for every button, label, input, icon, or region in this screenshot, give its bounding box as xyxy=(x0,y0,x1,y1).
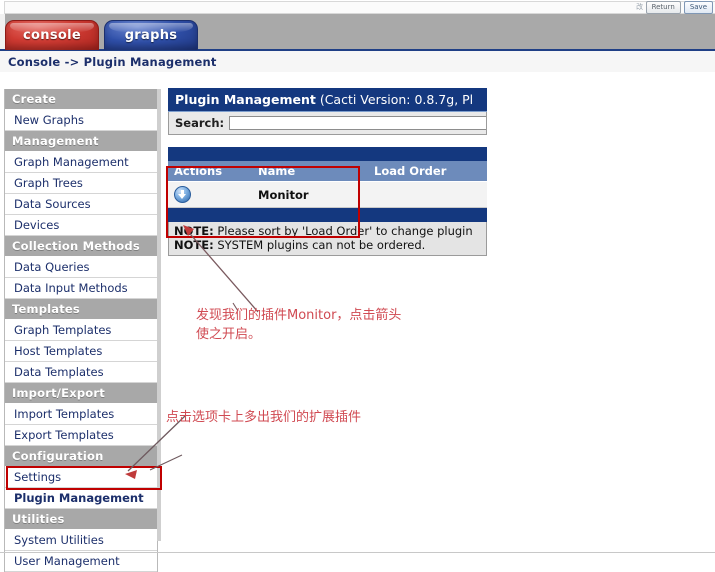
sidebar-item-import-templates[interactable]: Import Templates xyxy=(5,404,157,425)
download-arrow-icon[interactable] xyxy=(174,186,191,203)
sidebar-group-templates: Templates xyxy=(5,299,157,320)
note-text: Please sort by 'Load Order' to change pl… xyxy=(213,223,473,238)
column-name[interactable]: Name xyxy=(252,161,368,182)
page-bottom-rule xyxy=(0,552,715,553)
sidebar-group-create: Create xyxy=(5,89,157,110)
sidebar-item-graph-templates[interactable]: Graph Templates xyxy=(5,320,157,341)
content-spacer xyxy=(168,135,487,147)
breadcrumb-bar: Console -> Plugin Management xyxy=(0,49,715,74)
page-title: Plugin Management (Cacti Version: 0.8.7g… xyxy=(168,88,487,112)
table-bottom-bar xyxy=(168,207,487,222)
tab-console-label: console xyxy=(23,28,81,43)
search-row: Search: xyxy=(168,112,487,135)
sidebar-group-import-export: Import/Export xyxy=(5,383,157,404)
sidebar-group-management: Management xyxy=(5,131,157,152)
sidebar-group-collection-methods: Collection Methods xyxy=(5,236,157,257)
table-header-row: Actions Name Load Order xyxy=(168,161,487,182)
table-top-bar xyxy=(168,147,487,161)
annotation-plugin-line1: 发现我们的插件Monitor，点击箭头 xyxy=(196,308,402,323)
note-text: SYSTEM plugins can not be ordered. xyxy=(213,237,426,252)
annotation-plugin-text: 发现我们的插件Monitor，点击箭头 使之开启。 xyxy=(196,306,401,344)
tab-graphs[interactable]: graphs xyxy=(104,20,198,50)
sidebar-item-new-graphs[interactable]: New Graphs xyxy=(5,110,157,131)
address-field[interactable] xyxy=(4,1,715,14)
sidebar-item-export-templates[interactable]: Export Templates xyxy=(5,425,157,446)
plugins-table: Actions Name Load Order Monitor xyxy=(168,147,487,222)
sidebar-item-settings[interactable]: Settings xyxy=(5,467,157,488)
notes-block: NOTE: Please sort by 'Load Order' to cha… xyxy=(168,221,487,256)
row-name: Monitor xyxy=(252,181,368,208)
annotation-plugin-line2: 使之开启。 xyxy=(196,327,262,342)
return-button[interactable]: Return xyxy=(645,0,681,14)
sidebar-item-system-utilities[interactable]: System Utilities xyxy=(5,530,157,551)
annotation-tab-line: 点击选项卡上多出我们的扩展插件 xyxy=(166,410,362,425)
toolbar-hint-text: 改 xyxy=(636,3,643,11)
sidebar-item-devices[interactable]: Devices xyxy=(5,215,157,236)
save-button[interactable]: Save xyxy=(683,0,713,14)
note-load-order: NOTE: Please sort by 'Load Order' to cha… xyxy=(174,224,486,238)
note-prefix: NOTE: xyxy=(174,237,214,252)
main-content: Plugin Management (Cacti Version: 0.8.7g… xyxy=(168,88,487,256)
column-load-order[interactable]: Load Order xyxy=(368,161,487,182)
sidebar: Create New Graphs Management Graph Manageme… xyxy=(4,89,158,572)
column-actions[interactable]: Actions xyxy=(168,161,252,182)
sidebar-item-host-templates[interactable]: Host Templates xyxy=(5,341,157,362)
sidebar-group-configuration: Configuration xyxy=(5,446,157,467)
sidebar-item-data-queries[interactable]: Data Queries xyxy=(5,257,157,278)
note-prefix: NOTE: xyxy=(174,223,214,238)
breadcrumb[interactable]: Console -> Plugin Management xyxy=(8,55,217,69)
table-row[interactable]: Monitor xyxy=(168,181,487,208)
sidebar-scrollbar[interactable] xyxy=(157,89,161,541)
sidebar-item-data-sources[interactable]: Data Sources xyxy=(5,194,157,215)
sidebar-group-utilities: Utilities xyxy=(5,509,157,530)
sidebar-item-user-management[interactable]: User Management xyxy=(5,551,157,572)
sidebar-item-data-input-methods[interactable]: Data Input Methods xyxy=(5,278,157,299)
toolbar-actions: 改 Return Save xyxy=(636,0,713,14)
sidebar-item-graph-trees[interactable]: Graph Trees xyxy=(5,173,157,194)
row-load-order xyxy=(368,181,487,208)
tab-band: console graphs xyxy=(0,14,715,50)
page-title-bold: Plugin Management xyxy=(175,92,316,107)
browser-toolbar: 改 Return Save xyxy=(0,0,715,15)
annotation-tab-text: 点击选项卡上多出我们的扩展插件 xyxy=(166,408,361,427)
tab-graphs-label: graphs xyxy=(124,28,178,43)
page-title-version: (Cacti Version: 0.8.7g, Pl xyxy=(315,92,474,107)
tab-console[interactable]: console xyxy=(5,20,99,50)
search-label: Search: xyxy=(175,116,225,130)
search-input[interactable] xyxy=(229,116,486,130)
note-system-plugins: NOTE: SYSTEM plugins can not be ordered. xyxy=(174,238,486,252)
sidebar-item-plugin-management[interactable]: Plugin Management xyxy=(5,488,157,509)
main-tabs: console graphs xyxy=(5,20,198,50)
row-actions-cell xyxy=(168,181,252,208)
sidebar-item-graph-management[interactable]: Graph Management xyxy=(5,152,157,173)
sidebar-item-data-templates[interactable]: Data Templates xyxy=(5,362,157,383)
